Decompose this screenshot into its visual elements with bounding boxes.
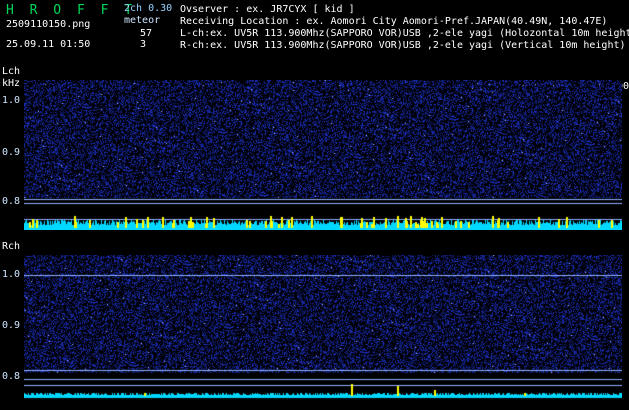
- rch-ytick-3: 0.8: [2, 371, 21, 382]
- app-title: H R O F F T: [6, 3, 137, 18]
- lch-label: Lch: [2, 66, 21, 77]
- filename: 2509110150.png: [6, 19, 91, 30]
- lch-info-line: L-ch:ex. UV5R 113.900Mhz(SAPPORO VOR)USB…: [180, 28, 629, 39]
- rch-ytick-1: 1.0: [2, 269, 21, 280]
- observer-line: Ovserver : ex. JR7CYX [ kid ]: [180, 4, 355, 15]
- location-line: Receiving Location : ex. Aomori City Aom…: [180, 16, 608, 27]
- lch-waterfall-canvas: [24, 80, 622, 230]
- rch-waterfall-canvas: [24, 255, 622, 400]
- lch-spectrogram: [24, 80, 622, 230]
- lch-unit: kHz: [2, 78, 21, 89]
- lch-ytick-2: 0.9: [2, 147, 21, 158]
- mode-label: meteor: [124, 15, 161, 26]
- datetime: 25.09.11 01:50: [6, 39, 91, 50]
- version-label: 2ch 0.30: [124, 3, 173, 14]
- rch-label: Rch: [2, 241, 21, 252]
- rch-spectrogram: [24, 255, 622, 400]
- count-rch: 3: [140, 39, 147, 50]
- count-lch: 57: [140, 28, 153, 39]
- rch-ytick-2: 0.9: [2, 320, 21, 331]
- lch-ytick-1: 1.0: [2, 95, 21, 106]
- lch-ytick-3: 0.8: [2, 196, 21, 207]
- rch-info-line: R-ch:ex. UV5R 113.900Mhz(SAPPORO VOR)USB…: [180, 40, 626, 51]
